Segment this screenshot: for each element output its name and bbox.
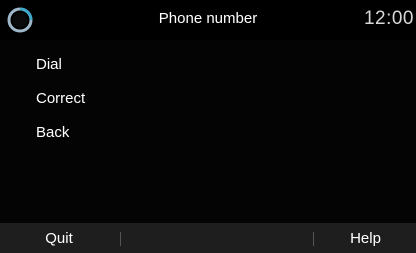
menu-item-correct[interactable]: Correct <box>0 82 300 114</box>
circle-logo-icon[interactable] <box>6 6 34 34</box>
phone-number-screen: Phone number 12:00 Dial Correct Back Qui… <box>0 0 416 253</box>
menu-item-label: Back <box>36 124 70 141</box>
help-label: Help <box>350 230 381 247</box>
bottom-bar: Quit Help <box>0 223 416 253</box>
quit-button[interactable]: Quit <box>0 223 118 253</box>
quit-label: Quit <box>45 230 73 247</box>
menu-item-dial[interactable]: Dial <box>0 48 300 80</box>
menu-item-label: Correct <box>36 90 86 107</box>
help-button[interactable]: Help <box>315 223 416 253</box>
header-bar: Phone number 12:00 <box>0 0 416 40</box>
page-title: Phone number <box>158 10 258 27</box>
clock: 12:00 <box>363 8 414 29</box>
divider <box>313 232 314 246</box>
menu-item-back[interactable]: Back <box>0 116 300 148</box>
divider <box>120 232 121 246</box>
menu-item-label: Dial <box>36 56 62 73</box>
